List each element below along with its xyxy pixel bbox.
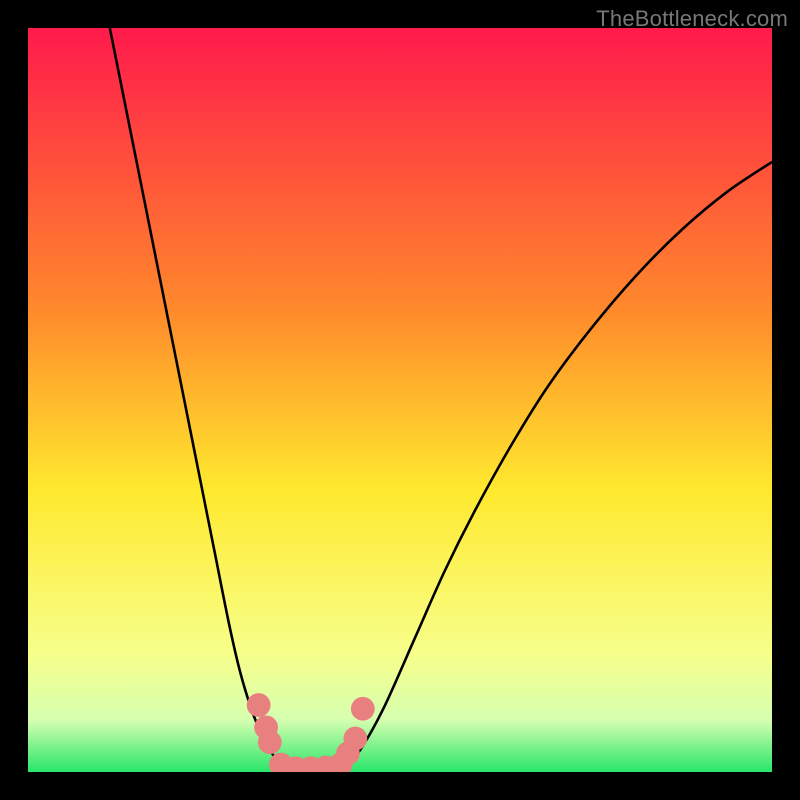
watermark-text: TheBottleneck.com [596,6,788,32]
data-marker [247,693,271,717]
data-marker [343,727,367,751]
plot-area [28,28,772,772]
data-marker [258,730,282,754]
chart-svg [28,28,772,772]
gradient-background [28,28,772,772]
chart-frame: TheBottleneck.com [0,0,800,800]
data-marker [351,697,375,721]
